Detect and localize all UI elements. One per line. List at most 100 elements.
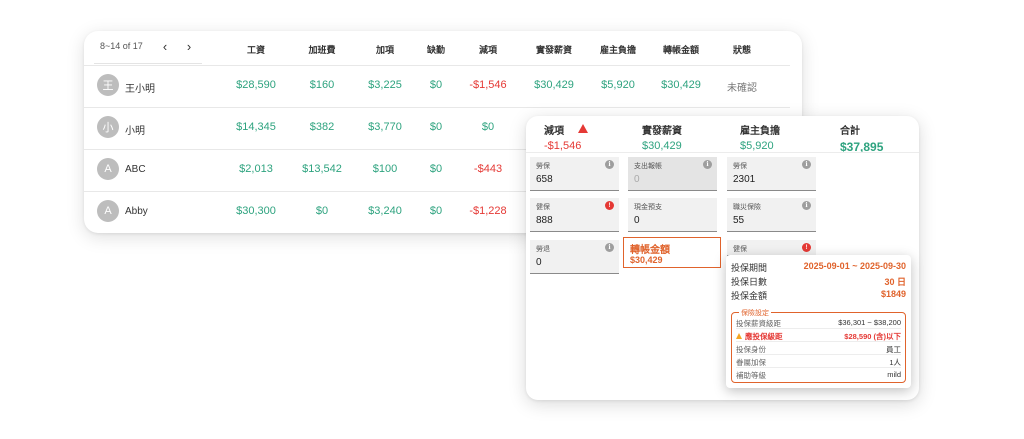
field-value: 2301	[733, 174, 756, 185]
table-header: 8~14 of 17 ‹ › 工資 加班費 加項 缺勤 減項 實發薪資 雇主負擔…	[84, 31, 802, 65]
field-value: 0	[634, 215, 640, 226]
col-header-employer-cost[interactable]: 雇主負擔	[600, 43, 636, 56]
col-header-status[interactable]: 狀態	[733, 43, 751, 56]
avatar: 王	[97, 74, 119, 96]
summary-net-pay: 實發薪資 $30,429	[642, 122, 682, 152]
cell-absence: $0	[429, 163, 443, 175]
cell-wage: $2,013	[239, 163, 273, 175]
next-page-button[interactable]: ›	[180, 37, 198, 55]
employer-health-insurance-field[interactable]: 健保 !	[727, 240, 816, 256]
summary-label: 合計	[840, 126, 860, 137]
cell-overtime: $13,542	[302, 163, 342, 175]
field-label: 勞退	[536, 246, 550, 253]
cell-net-pay: $30,429	[534, 79, 574, 91]
dependents-row: 眷屬加保 1人	[736, 358, 901, 368]
cell-absence: $0	[429, 79, 443, 91]
tooltip-amount: 投保金額 $1849	[731, 289, 906, 301]
field-label: 勞保	[733, 163, 747, 170]
summary-total: 合計 $37,895	[840, 122, 883, 154]
chevron-left-icon: ‹	[162, 38, 168, 54]
cell-status: 未確認	[727, 83, 757, 94]
info-icon[interactable]: i	[605, 160, 614, 169]
field-label: 健保	[733, 246, 747, 253]
field-label: 健保	[536, 204, 550, 211]
employee-name: 王小明	[125, 84, 155, 95]
cell-additions: $3,770	[368, 121, 402, 133]
employee-name: 小明	[125, 126, 145, 137]
col-header-net-pay[interactable]: 實發薪資	[536, 43, 572, 56]
pagination-range: 8~14 of 17	[100, 41, 143, 51]
employee-name: Abby	[125, 206, 148, 217]
field-value: 55	[733, 215, 745, 226]
col-header-overtime[interactable]: 加班費	[308, 43, 335, 56]
chevron-right-icon: ›	[186, 38, 192, 54]
transfer-value: $30,429	[630, 255, 663, 265]
transfer-label: 轉帳金額	[630, 245, 670, 256]
employee-name: ABC	[125, 164, 146, 175]
should-range-row: 應投保級距 $28,590 (含)以下	[736, 331, 901, 342]
summary-value: $30,429	[642, 140, 682, 152]
cell-wage: $14,345	[236, 121, 276, 133]
salary-range-row: 投保薪資級距 $36,301 ~ $38,200	[736, 318, 901, 329]
summary-label: 雇主負擔	[740, 126, 780, 137]
health-insurance-field[interactable]: 健保 ! 888	[530, 198, 619, 232]
info-icon[interactable]: i	[802, 160, 811, 169]
summary-label: 實發薪資	[642, 126, 682, 137]
avatar: A	[97, 200, 119, 222]
summary-value: $5,920	[740, 140, 774, 152]
cell-overtime: $160	[309, 79, 335, 91]
cell-wage: $28,590	[236, 79, 276, 91]
alert-icon[interactable]: !	[605, 201, 614, 210]
insurance-tooltip: 投保期間 2025-09-01 ~ 2025-09-30 投保日數 30 日 投…	[726, 255, 911, 388]
subsidy-row: 補助等級 mild	[736, 370, 901, 380]
settings-box-title: 保險設定	[739, 308, 771, 318]
cell-overtime: $0	[315, 205, 329, 217]
cell-absence: $0	[429, 121, 443, 133]
cell-deductions: -$1,546	[469, 79, 507, 91]
col-header-deductions[interactable]: 減項	[479, 43, 497, 56]
cell-overtime: $382	[309, 121, 335, 133]
cell-additions: $100	[372, 163, 398, 175]
summary-label: 減項	[544, 126, 564, 137]
field-label: 現金預支	[634, 204, 662, 211]
pager-divider	[94, 63, 202, 64]
cash-advance-field[interactable]: 現金預支 0	[628, 198, 717, 232]
insurance-settings-box: 保險設定 投保薪資級距 $36,301 ~ $38,200 應投保級距 $28,…	[731, 308, 906, 383]
transfer-amount-box: 轉帳金額 $30,429	[623, 237, 721, 268]
field-label: 支出報帳	[634, 163, 662, 170]
cell-additions: $3,240	[368, 205, 402, 217]
field-value: 888	[536, 215, 553, 226]
table-row[interactable]: 王 王小明 $28,590 $160 $3,225 $0 -$1,546 $30…	[84, 65, 802, 107]
tooltip-period: 投保期間 2025-09-01 ~ 2025-09-30	[731, 261, 906, 273]
field-value: 0	[634, 174, 640, 185]
field-label: 職災保險	[733, 204, 761, 211]
occupational-insurance-field[interactable]: 職災保險 i 55	[727, 198, 816, 232]
cell-absence: $0	[429, 205, 443, 217]
col-header-absence[interactable]: 缺勤	[427, 43, 445, 56]
identity-row: 投保身份 員工	[736, 345, 901, 355]
col-header-wage[interactable]: 工資	[247, 43, 265, 56]
info-icon[interactable]: i	[802, 201, 811, 210]
tooltip-days: 投保日數 30 日	[731, 277, 906, 287]
prev-page-button[interactable]: ‹	[156, 37, 174, 55]
avatar: 小	[97, 116, 119, 138]
summary-employer-cost: 雇主負擔 $5,920	[740, 122, 780, 152]
cell-deductions: -$443	[473, 163, 503, 175]
field-label: 勞保	[536, 163, 550, 170]
info-icon[interactable]: i	[703, 160, 712, 169]
field-value: 0	[536, 257, 542, 268]
summary-value: -$1,546	[544, 140, 582, 152]
warning-icon	[578, 124, 588, 133]
field-value: 658	[536, 174, 553, 185]
info-icon[interactable]: i	[605, 243, 614, 252]
col-header-transfer[interactable]: 轉帳金額	[663, 43, 699, 56]
warning-icon	[736, 333, 742, 339]
pension-field[interactable]: 勞退 i 0	[530, 240, 619, 274]
cell-wage: $30,300	[236, 205, 276, 217]
col-header-additions[interactable]: 加項	[376, 43, 394, 56]
employer-labor-insurance-field[interactable]: 勞保 i 2301	[727, 157, 816, 191]
expense-claim-field: 支出報帳 i 0	[628, 157, 717, 191]
cell-additions: $3,225	[368, 79, 402, 91]
alert-icon[interactable]: !	[802, 243, 811, 252]
labor-insurance-field[interactable]: 勞保 i 658	[530, 157, 619, 191]
